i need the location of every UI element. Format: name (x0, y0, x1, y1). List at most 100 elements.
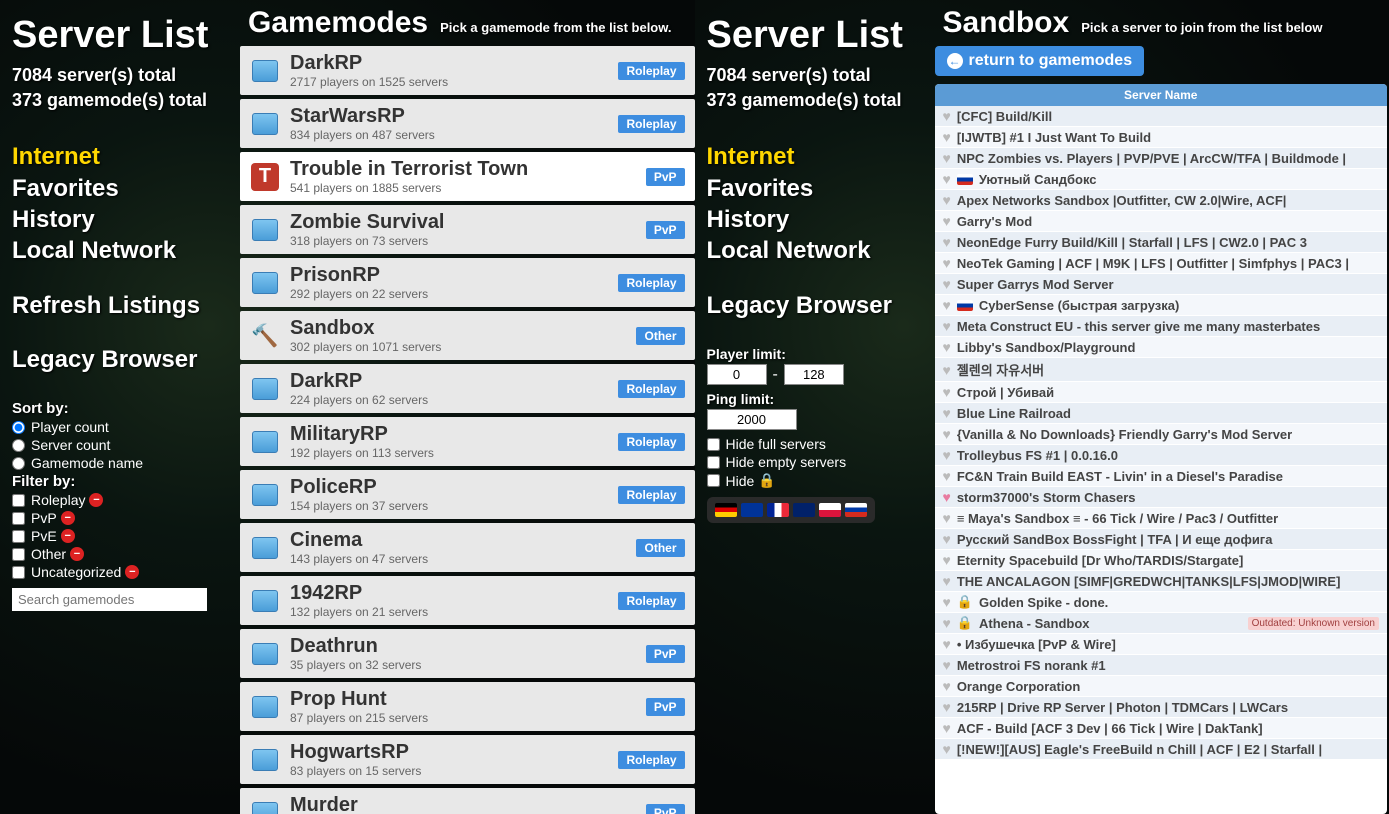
server-row[interactable]: ♥NeonEdge Furry Build/Kill | Starfall | … (935, 232, 1388, 253)
favorite-heart-icon[interactable]: ♥ (943, 405, 951, 421)
gamemode-item[interactable]: PrisonRP292 players on 22 serversRolepla… (240, 258, 695, 307)
favorite-heart-icon[interactable]: ♥ (943, 573, 951, 589)
hide-empty-checkbox[interactable] (707, 456, 720, 469)
favorite-heart-icon[interactable]: ♥ (943, 255, 951, 271)
favorite-heart-icon[interactable]: ♥ (943, 720, 951, 736)
gamemode-item[interactable]: DarkRP224 players on 62 serversRoleplay (240, 364, 695, 413)
favorite-heart-icon[interactable]: ♥ (943, 447, 951, 463)
filter-check-pve[interactable] (12, 530, 25, 543)
favorite-heart-icon[interactable]: ♥ (943, 741, 951, 757)
sort-radio-0[interactable] (12, 421, 25, 434)
favorite-heart-icon[interactable]: ♥ (943, 531, 951, 547)
favorite-heart-icon[interactable]: ♥ (943, 384, 951, 400)
favorite-heart-icon[interactable]: ♥ (943, 594, 951, 610)
favorite-heart-icon[interactable]: ♥ (943, 636, 951, 652)
favorite-heart-icon[interactable]: ♥ (943, 615, 951, 631)
favorite-heart-icon[interactable]: ♥ (943, 339, 951, 355)
flag-pl-icon[interactable] (819, 503, 841, 517)
nav-history[interactable]: History (707, 204, 923, 235)
favorite-heart-icon[interactable]: ♥ (943, 129, 951, 145)
favorite-heart-icon[interactable]: ♥ (943, 192, 951, 208)
server-row[interactable]: ♥🔒Athena - SandboxOutdated: Unknown vers… (935, 613, 1388, 634)
player-limit-max[interactable] (784, 364, 844, 385)
gamemode-item[interactable]: Zombie Survival318 players on 73 servers… (240, 205, 695, 254)
ping-limit-input[interactable] (707, 409, 797, 430)
server-row[interactable]: ♥Super Garrys Mod Server (935, 274, 1388, 295)
server-row[interactable]: ♥THE ANCALAGON [SIMF|GREDWCH|TANKS|LFS|J… (935, 571, 1388, 592)
filter-check-pvp[interactable] (12, 512, 25, 525)
server-row[interactable]: ♥Русский SandBox BossFight | TFA | И еще… (935, 529, 1388, 550)
server-row[interactable]: ♥Libby's Sandbox/Playground (935, 337, 1388, 358)
nav-local-network[interactable]: Local Network (707, 235, 923, 266)
favorite-heart-icon[interactable]: ♥ (943, 362, 951, 378)
server-row[interactable]: ♥CyberSense (быстрая загрузка) (935, 295, 1388, 316)
flag-fr-icon[interactable] (767, 503, 789, 517)
nav-history[interactable]: History (12, 204, 228, 235)
server-row[interactable]: ♥Metrostroi FS norank #1 (935, 655, 1388, 676)
gamemode-item[interactable]: Cinema143 players on 47 serversOther (240, 523, 695, 572)
nav-favorites[interactable]: Favorites (707, 173, 923, 204)
favorite-heart-icon[interactable]: ♥ (943, 657, 951, 673)
filter-remove-icon[interactable]: − (61, 511, 75, 525)
favorite-heart-icon[interactable]: ♥ (943, 426, 951, 442)
server-row[interactable]: ♥Garry's Mod (935, 211, 1388, 232)
server-row[interactable]: ♥215RP | Drive RP Server | Photon | TDMC… (935, 697, 1388, 718)
server-row[interactable]: ♥{Vanilla & No Downloads} Friendly Garry… (935, 424, 1388, 445)
server-row[interactable]: ♥≡ Maya's Sandbox ≡ - 66 Tick / Wire / P… (935, 508, 1388, 529)
gamemode-item[interactable]: PoliceRP154 players on 37 serversRolepla… (240, 470, 695, 519)
flag-de-icon[interactable] (715, 503, 737, 517)
favorite-heart-icon[interactable]: ♥ (943, 171, 951, 187)
server-row[interactable]: ♥Orange Corporation (935, 676, 1388, 697)
favorite-heart-icon[interactable]: ♥ (943, 510, 951, 526)
server-row[interactable]: ♥Trolleybus FS #1 | 0.0.16.0 (935, 445, 1388, 466)
favorite-heart-icon[interactable]: ♥ (943, 108, 951, 124)
favorite-heart-icon[interactable]: ♥ (943, 318, 951, 334)
flag-eu-icon[interactable] (741, 503, 763, 517)
filter-remove-icon[interactable]: − (61, 529, 75, 543)
gamemode-item[interactable]: Deathrun35 players on 32 serversPvP (240, 629, 695, 678)
server-row[interactable]: ♥Meta Construct EU - this server give me… (935, 316, 1388, 337)
filter-remove-icon[interactable]: − (125, 565, 139, 579)
favorite-heart-icon[interactable]: ♥ (943, 276, 951, 292)
server-row[interactable]: ♥NPC Zombies vs. Players | PVP/PVE | Arc… (935, 148, 1388, 169)
gamemode-item[interactable]: Murder75 players on 123 serversPvP (240, 788, 695, 814)
server-row[interactable]: ♥[!NEW!][AUS] Eagle's FreeBuild n Chill … (935, 739, 1388, 760)
favorite-heart-icon[interactable]: ♥ (943, 552, 951, 568)
gamemode-item[interactable]: Prop Hunt87 players on 215 serversPvP (240, 682, 695, 731)
refresh-listings[interactable]: Refresh Listings (12, 292, 228, 320)
legacy-browser[interactable]: Legacy Browser (707, 292, 923, 320)
nav-favorites[interactable]: Favorites (12, 173, 228, 204)
server-name-header[interactable]: Server Name (935, 84, 1388, 106)
nav-internet[interactable]: Internet (12, 141, 228, 172)
favorite-heart-icon[interactable]: ♥ (943, 150, 951, 166)
server-row[interactable]: ♥[CFC] Build/Kill (935, 106, 1388, 127)
favorite-heart-icon[interactable]: ♥ (943, 468, 951, 484)
server-row[interactable]: ♥[IJWTB] #1 I Just Want To Build (935, 127, 1388, 148)
favorite-heart-icon[interactable]: ♥ (943, 234, 951, 250)
search-gamemodes-input[interactable] (12, 588, 207, 611)
filter-remove-icon[interactable]: − (70, 547, 84, 561)
hide-password-checkbox[interactable] (707, 474, 720, 487)
server-row[interactable]: ♥🔒Golden Spike - done. (935, 592, 1388, 613)
nav-local-network[interactable]: Local Network (12, 235, 228, 266)
flag-gb-icon[interactable] (793, 503, 815, 517)
server-row[interactable]: ♥FC&N Train Build EAST - Livin' in a Die… (935, 466, 1388, 487)
favorite-heart-icon[interactable]: ♥ (943, 699, 951, 715)
gamemode-item[interactable]: HogwartsRP83 players on 15 serversRolepl… (240, 735, 695, 784)
favorite-heart-icon[interactable]: ♥ (943, 678, 951, 694)
sort-radio-1[interactable] (12, 439, 25, 452)
server-row[interactable]: ♥Eternity Spacebuild [Dr Who/TARDIS/Star… (935, 550, 1388, 571)
gamemode-item[interactable]: MilitaryRP192 players on 113 serversRole… (240, 417, 695, 466)
server-row[interactable]: ♥Blue Line Railroad (935, 403, 1388, 424)
gamemode-item[interactable]: DarkRP2717 players on 1525 serversRolepl… (240, 46, 695, 95)
favorite-heart-icon[interactable]: ♥ (943, 489, 951, 505)
gamemode-item[interactable]: StarWarsRP834 players on 487 serversRole… (240, 99, 695, 148)
legacy-browser[interactable]: Legacy Browser (12, 346, 228, 374)
server-row[interactable]: ♥NeoTek Gaming | ACF | M9K | LFS | Outfi… (935, 253, 1388, 274)
player-limit-min[interactable] (707, 364, 767, 385)
filter-check-roleplay[interactable] (12, 494, 25, 507)
server-row[interactable]: ♥Apex Networks Sandbox |Outfitter, CW 2.… (935, 190, 1388, 211)
gamemode-item[interactable]: TTrouble in Terrorist Town541 players on… (240, 152, 695, 201)
server-row[interactable]: ♥젤렌의 자유서버 (935, 358, 1388, 382)
server-row[interactable]: ♥storm37000's Storm Chasers (935, 487, 1388, 508)
